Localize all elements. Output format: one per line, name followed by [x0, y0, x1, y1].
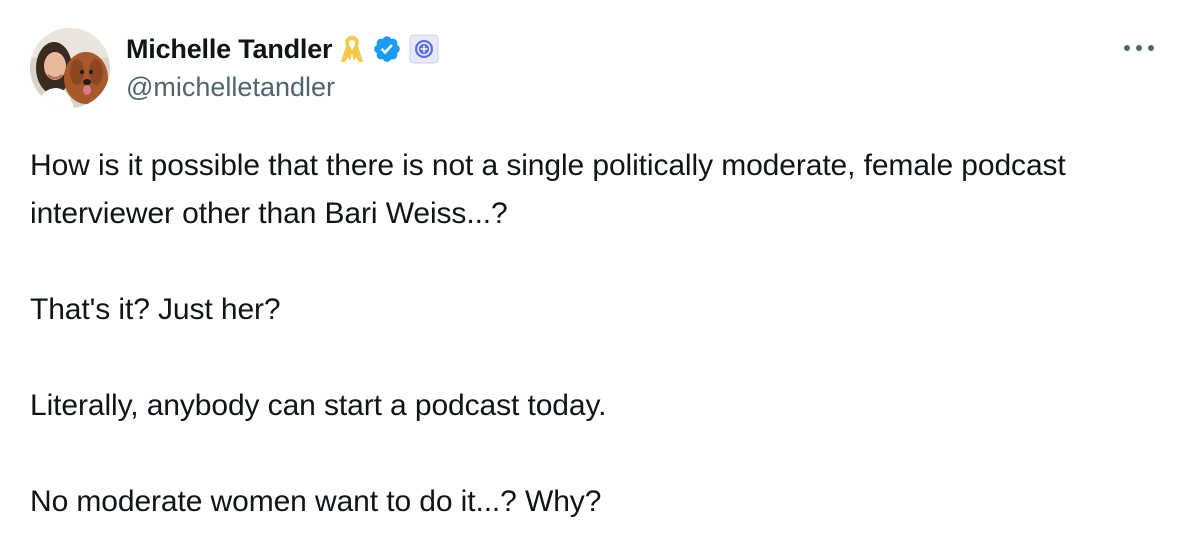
avatar[interactable] — [30, 28, 110, 108]
affiliation-badge-icon[interactable] — [409, 34, 439, 64]
tweet-paragraph: No moderate women want to do it...? Why? — [30, 485, 602, 518]
avatar-image — [30, 28, 110, 108]
tweet-paragraph: Literally, anybody can start a podcast t… — [30, 389, 607, 422]
tweet-paragraph: That's it? Just her? — [30, 293, 281, 326]
tweet-card: Michelle Tandler @michelletandler How is… — [0, 0, 1190, 544]
author-name-row: Michelle Tandler — [126, 30, 439, 68]
author-handle[interactable]: @michelletandler — [126, 72, 335, 103]
author-display-name[interactable]: Michelle Tandler — [126, 34, 333, 65]
more-horizontal-icon — [1124, 45, 1154, 51]
yellow-ribbon-icon — [339, 33, 365, 65]
verified-check-icon[interactable] — [372, 34, 402, 64]
tweet-paragraph: How is it possible that there is not a s… — [30, 149, 1066, 230]
more-options-button[interactable] — [1118, 30, 1160, 66]
tweet-text: How is it possible that there is not a s… — [30, 142, 1150, 526]
